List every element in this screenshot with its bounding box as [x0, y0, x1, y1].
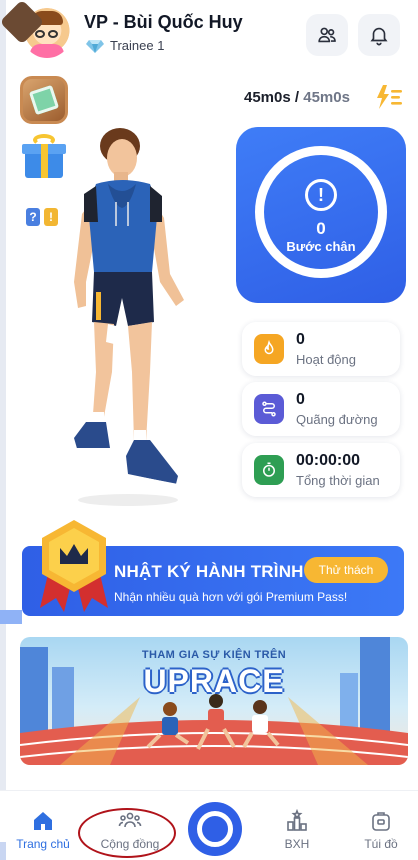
- steps-progress-ring: [255, 146, 387, 278]
- runner-character: [74, 128, 184, 506]
- route-icon: [254, 394, 284, 424]
- banner-edge: [0, 610, 22, 624]
- alert-icon: !: [305, 179, 337, 211]
- time-current: 45m0s: [244, 89, 291, 106]
- stat-card-distance[interactable]: 0 Quãng đường: [242, 382, 400, 436]
- nav-bag-label: Túi đồ: [364, 837, 398, 851]
- nav-leaderboard[interactable]: BXH: [262, 809, 332, 853]
- fire-icon: [254, 334, 284, 364]
- bell-icon: [370, 27, 388, 46]
- stat-card-total-time[interactable]: 00:00:00 Tổng thời gian: [242, 443, 400, 497]
- steps-card[interactable]: ! 0 Bước chân: [236, 127, 406, 303]
- people-icon: [318, 27, 336, 43]
- nav-leaderboard-label: BXH: [284, 837, 310, 851]
- time-goal-readout: 45m0s / 45m0s: [244, 89, 350, 106]
- left-edge-shade: [0, 0, 6, 860]
- stat-card-activities[interactable]: 0 Hoạt động: [242, 322, 400, 376]
- stat-value-activities: 0: [296, 331, 305, 348]
- user-name[interactable]: VP - Bùi Quốc Huy: [84, 12, 243, 33]
- rank-label: Trainee 1: [110, 38, 165, 53]
- stat-label-activities: Hoạt động: [296, 352, 356, 367]
- stopwatch-icon: [254, 455, 284, 485]
- event-title: THAM GIA SỰ KIỆN TRÊN: [141, 649, 287, 661]
- home-icon: [34, 812, 52, 830]
- notification-button[interactable]: [358, 14, 400, 56]
- left-edge-marker: [0, 842, 6, 860]
- lightning-list-icon[interactable]: [374, 84, 404, 110]
- home-screen: VP - Bùi Quốc Huy Trainee 1 ? ! 45m0s / …: [0, 0, 418, 860]
- event-brand-logo: UPRACE: [143, 663, 285, 699]
- crown-icon: [40, 520, 108, 612]
- stat-label-total-time: Tổng thời gian: [296, 473, 380, 488]
- record-button-icon[interactable]: [188, 802, 242, 856]
- stat-label-distance: Quãng đường: [296, 412, 378, 427]
- map-badge-icon[interactable]: [20, 76, 68, 124]
- diamond-icon: [86, 39, 104, 53]
- bag-icon: [372, 812, 390, 831]
- nav-home-label: Trang chủ: [16, 837, 70, 851]
- stat-value-total-time: 00:00:00: [296, 452, 361, 469]
- time-separator: /: [290, 89, 304, 106]
- stat-value-distance: 0: [296, 391, 305, 408]
- avatar-body: [30, 44, 64, 58]
- nav-home[interactable]: Trang chủ: [8, 809, 78, 853]
- journey-title: NHẬT KÝ HÀNH TRÌNH: [114, 562, 304, 581]
- steps-value: 0: [316, 219, 326, 238]
- steps-label: Bước chân: [286, 239, 356, 254]
- avatar-glasses: [35, 30, 59, 38]
- quiz-question-mark: ?: [26, 208, 40, 226]
- time-target: 45m0s: [303, 89, 350, 106]
- challenge-button[interactable]: Thử thách: [304, 557, 388, 583]
- leaderboard-icon: [287, 809, 307, 831]
- uprace-event-banner[interactable]: THAM GIA SỰ KIỆN TRÊN UPRACE: [20, 637, 408, 765]
- community-button[interactable]: [306, 14, 348, 56]
- rank-info[interactable]: Trainee 1: [86, 38, 164, 53]
- community-highlight-circle: [78, 808, 176, 858]
- journey-subtitle: Nhận nhiều quà hơn với gói Premium Pass!: [114, 590, 348, 604]
- nav-bag[interactable]: Túi đồ: [346, 809, 416, 853]
- record-ring: [197, 811, 233, 847]
